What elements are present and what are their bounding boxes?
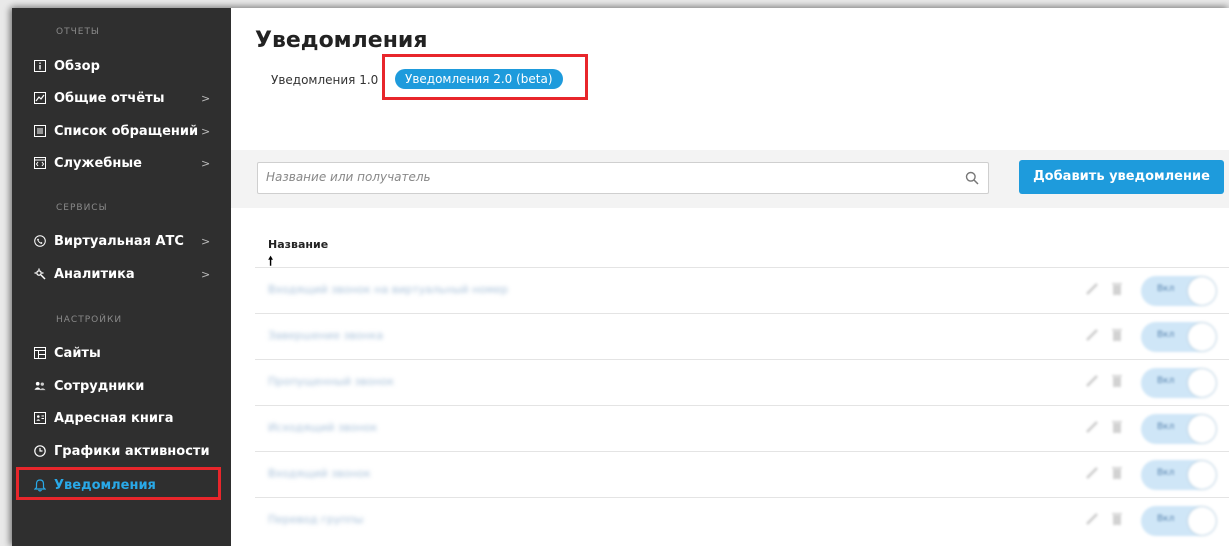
section-title-reports: ОТЧЕТЫ (56, 27, 100, 37)
sidebar: ОТЧЕТЫ Обзор Общие отчёты > Список обращ… (12, 8, 231, 546)
toolbar: Добавить уведомление (231, 150, 1229, 208)
enabled-toggle[interactable]: Вкл (1141, 368, 1217, 398)
table-row[interactable]: Входящий звонок на виртуальный номер Вкл (255, 267, 1229, 313)
sidebar-item-label: Аналитика (54, 266, 135, 282)
sidebar-item-label: Виртуальная АТС (54, 233, 184, 249)
toggle-label: Вкл (1157, 330, 1175, 340)
row-name[interactable]: Перевод группы (268, 513, 363, 526)
trash-icon[interactable] (1111, 282, 1123, 296)
table-row[interactable]: Пропущенный звонок Вкл (255, 359, 1229, 405)
enabled-toggle[interactable]: Вкл (1141, 414, 1217, 444)
sidebar-item-sites[interactable]: Сайты (12, 341, 231, 365)
table-row[interactable]: Завершение звонка Вкл (255, 313, 1229, 359)
chevron-right-icon: > (201, 156, 211, 170)
main-content: Уведомления Уведомления 1.0 Уведомления … (231, 8, 1229, 546)
sidebar-item-overview[interactable]: Обзор (12, 54, 231, 78)
edit-icon[interactable] (1085, 466, 1099, 480)
toggle-knob (1188, 323, 1216, 351)
app-window: ОТЧЕТЫ Обзор Общие отчёты > Список обращ… (12, 8, 1229, 546)
page-title: Уведомления (255, 28, 428, 53)
sidebar-item-service[interactable]: Служебные > (12, 151, 231, 175)
clock-icon (34, 445, 46, 457)
trash-icon[interactable] (1111, 328, 1123, 342)
enabled-toggle[interactable]: Вкл (1141, 276, 1217, 306)
search-input[interactable] (266, 170, 956, 184)
sidebar-item-label: Сотрудники (54, 378, 145, 394)
sidebar-item-label: Служебные (54, 155, 142, 171)
users-icon (34, 380, 46, 392)
toggle-knob (1188, 369, 1216, 397)
sidebar-item-label: Общие отчёты (54, 90, 165, 106)
toggle-label: Вкл (1157, 468, 1175, 478)
address-book-icon (34, 412, 46, 424)
chevron-right-icon: > (201, 234, 211, 248)
sidebar-item-label: Адресная книга (54, 410, 174, 426)
trash-icon[interactable] (1111, 512, 1123, 526)
edit-icon[interactable] (1085, 420, 1099, 434)
row-name[interactable]: Исходящий звонок (268, 421, 378, 434)
sidebar-item-requests-list[interactable]: Список обращений > (12, 119, 231, 143)
table-row[interactable]: Перевод группы Вкл (255, 497, 1229, 543)
list-icon (34, 125, 46, 137)
row-name[interactable]: Пропущенный звонок (268, 375, 394, 388)
chevron-right-icon: > (201, 267, 211, 281)
section-title-services: СЕРВИСЫ (56, 203, 108, 213)
sites-icon (34, 347, 46, 359)
toggle-knob (1188, 461, 1216, 489)
search-box (257, 162, 989, 194)
chevron-right-icon: > (201, 124, 211, 138)
row-name[interactable]: Входящий звонок на виртуальный номер (268, 283, 508, 296)
trash-icon[interactable] (1111, 466, 1123, 480)
add-notification-button[interactable]: Добавить уведомление (1019, 160, 1224, 194)
enabled-toggle[interactable]: Вкл (1141, 506, 1217, 536)
sidebar-item-activity-charts[interactable]: Графики активности (12, 439, 231, 463)
edit-icon[interactable] (1085, 328, 1099, 342)
sidebar-item-employees[interactable]: Сотрудники (12, 374, 231, 398)
highlight-box (16, 467, 221, 500)
toggle-label: Вкл (1157, 422, 1175, 432)
toggle-label: Вкл (1157, 284, 1175, 294)
phone-icon (34, 235, 46, 247)
sidebar-item-label: Сайты (54, 345, 101, 361)
toggle-label: Вкл (1157, 376, 1175, 386)
toggle-knob (1188, 277, 1216, 305)
tab-notifications-1[interactable]: Уведомления 1.0 (271, 73, 378, 87)
analytics-icon (34, 268, 46, 280)
sidebar-item-general-reports[interactable]: Общие отчёты > (12, 86, 231, 110)
chevron-right-icon: > (201, 91, 211, 105)
table-row[interactable]: Исходящий звонок Вкл (255, 405, 1229, 451)
overview-icon (34, 60, 46, 72)
toggle-knob (1188, 507, 1216, 535)
toggle-label: Вкл (1157, 514, 1175, 524)
chart-icon (34, 92, 46, 104)
enabled-toggle[interactable]: Вкл (1141, 460, 1217, 490)
sidebar-item-label: Список обращений (54, 123, 199, 139)
highlight-box (382, 54, 588, 100)
toggle-knob (1188, 415, 1216, 443)
trash-icon[interactable] (1111, 420, 1123, 434)
edit-icon[interactable] (1085, 512, 1099, 526)
sidebar-item-virtual-pbx[interactable]: Виртуальная АТС > (12, 229, 231, 253)
row-name[interactable]: Входящий звонок (268, 467, 371, 480)
code-icon (34, 157, 46, 169)
column-header-name[interactable]: Название (268, 238, 328, 251)
search-icon[interactable] (965, 171, 979, 185)
edit-icon[interactable] (1085, 374, 1099, 388)
sidebar-item-address-book[interactable]: Адресная книга (12, 406, 231, 430)
enabled-toggle[interactable]: Вкл (1141, 322, 1217, 352)
sidebar-item-label: Обзор (54, 58, 100, 74)
row-name[interactable]: Завершение звонка (268, 329, 383, 342)
section-title-settings: НАСТРОЙКИ (56, 315, 123, 325)
trash-icon[interactable] (1111, 374, 1123, 388)
edit-icon[interactable] (1085, 282, 1099, 296)
sidebar-item-analytics[interactable]: Аналитика > (12, 262, 231, 286)
table-row[interactable]: Входящий звонок Вкл (255, 451, 1229, 497)
sidebar-item-label: Графики активности (54, 443, 210, 459)
